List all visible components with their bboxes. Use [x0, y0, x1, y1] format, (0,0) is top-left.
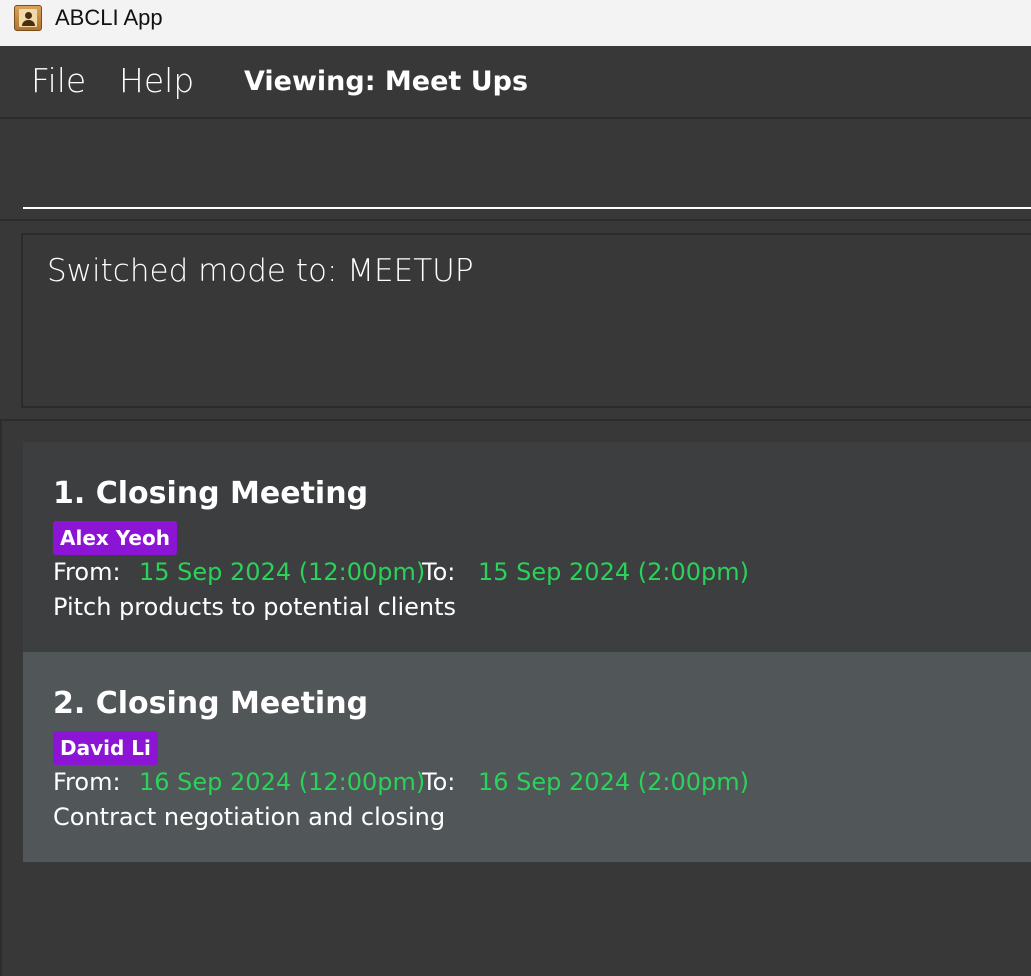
window-title: ABCLI App: [55, 5, 163, 30]
meetup-card[interactable]: 1. Closing Meeting Alex Yeoh From: 15 Se…: [23, 442, 1031, 652]
from-label: From:: [53, 768, 121, 796]
meetup-title: 2. Closing Meeting: [53, 686, 369, 721]
meetup-description: Pitch products to potential clients: [53, 593, 457, 621]
person-tag: David Li: [53, 731, 158, 765]
person-tag: Alex Yeoh: [53, 521, 177, 555]
menu-file[interactable]: File: [31, 61, 86, 100]
from-label: From:: [53, 558, 121, 586]
result-display: Switched mode to: MEETUP: [21, 233, 1031, 408]
meetup-card[interactable]: 2. Closing Meeting David Li From: 16 Sep…: [23, 652, 1031, 862]
viewing-label: Viewing: Meet Ups: [244, 66, 529, 97]
title-bar: ABCLI App: [0, 0, 1031, 46]
to-datetime: 15 Sep 2024 (2:00pm): [478, 558, 749, 586]
meetup-description: Contract negotiation and closing: [53, 803, 446, 831]
to-label: To:: [422, 558, 456, 586]
result-message: Switched mode to: MEETUP: [47, 253, 474, 289]
menu-bar: File Help Viewing: Meet Ups: [0, 46, 1031, 118]
menu-help[interactable]: Help: [119, 61, 194, 100]
from-datetime: 16 Sep 2024 (12:00pm): [139, 768, 426, 796]
result-display-container: Switched mode to: MEETUP: [0, 221, 1031, 421]
meetup-list[interactable]: 1. Closing Meeting Alex Yeoh From: 15 Se…: [0, 421, 1031, 976]
to-label: To:: [422, 768, 456, 796]
meetup-title: 1. Closing Meeting: [53, 476, 369, 511]
command-box: [0, 117, 1031, 221]
to-datetime: 16 Sep 2024 (2:00pm): [478, 768, 749, 796]
from-datetime: 15 Sep 2024 (12:00pm): [139, 558, 426, 586]
address-book-icon: [14, 5, 42, 31]
command-input[interactable]: [23, 129, 1031, 209]
